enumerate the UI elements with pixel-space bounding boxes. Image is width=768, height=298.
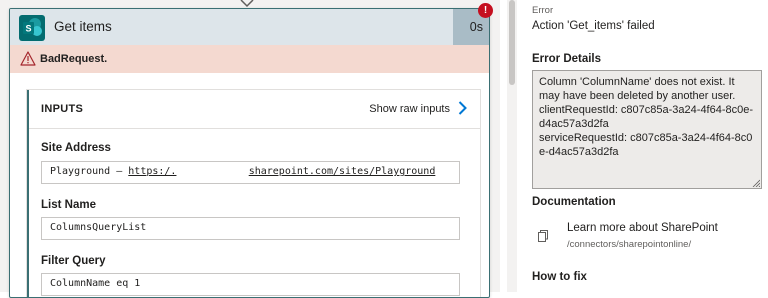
card-header[interactable]: S Get items 0s xyxy=(10,9,489,45)
resize-grip-icon[interactable] xyxy=(752,179,760,187)
error-banner: BadRequest. xyxy=(10,45,489,73)
error-caption: Error xyxy=(532,5,554,16)
client-request-id: clientRequestId: c807c85a-3a24-4f64-8c0e… xyxy=(539,104,754,130)
service-request-id: serviceRequestId: c807c85a-3a24-4f64-8c0… xyxy=(539,132,753,158)
chevron-right-icon[interactable] xyxy=(458,101,467,115)
action-failed-text: Action 'Get_items' failed xyxy=(532,20,655,32)
list-name-label: List Name xyxy=(41,199,96,211)
card-title: Get items xyxy=(54,19,112,34)
inputs-section: INPUTS Show raw inputs Site Address Play… xyxy=(27,90,480,297)
canvas-scrollbar[interactable] xyxy=(507,0,517,292)
duration-label: 0s xyxy=(469,20,483,34)
document-icon xyxy=(538,230,548,242)
designer-canvas: S Get items 0s BadRequest. INPUTS Show r… xyxy=(0,0,500,298)
filter-query-label: Filter Query xyxy=(41,255,106,267)
inputs-heading: INPUTS xyxy=(41,103,84,115)
error-label: BadRequest. xyxy=(40,53,108,65)
filter-query-value: ColumnName eq 1 xyxy=(50,278,141,289)
site-address-field: Playground – https:/. sharepoint.com/sit… xyxy=(41,161,460,184)
scrollbar-thumb[interactable] xyxy=(509,0,515,85)
site-address-label: Site Address xyxy=(41,142,111,154)
documentation-heading: Documentation xyxy=(532,196,616,208)
how-to-fix-heading: How to fix xyxy=(532,271,587,283)
site-address-prefix: Playground – xyxy=(50,166,129,177)
site-address-link-part[interactable]: https:/. xyxy=(128,166,176,177)
error-message: Column 'ColumnName' does not exist. It m… xyxy=(539,76,736,102)
error-details-panel: Error Action 'Get_items' failed Error De… xyxy=(518,0,768,292)
error-badge: ! xyxy=(478,3,493,18)
site-address-gap xyxy=(176,166,248,177)
list-name-value: ColumnsQueryList xyxy=(50,222,147,233)
error-details-heading: Error Details xyxy=(532,53,602,65)
show-raw-inputs-link[interactable]: Show raw inputs xyxy=(369,103,450,115)
documentation-path: /connectors/sharepointonline/ xyxy=(567,239,692,250)
warning-icon xyxy=(20,51,36,66)
site-address-value: Playground – https:/. sharepoint.com/sit… xyxy=(50,166,435,177)
divider xyxy=(29,128,480,129)
sharepoint-icon: S xyxy=(19,15,45,41)
error-details-textarea[interactable]: Column 'ColumnName' does not exist. It m… xyxy=(532,70,762,189)
connector-arrow-icon xyxy=(240,0,254,8)
documentation-link[interactable]: Learn more about SharePoint xyxy=(567,222,718,234)
svg-text:S: S xyxy=(25,24,31,34)
site-address-link[interactable]: sharepoint.com/sites/Playground xyxy=(249,166,436,177)
filter-query-field: ColumnName eq 1 xyxy=(41,273,460,296)
list-name-field: ColumnsQueryList xyxy=(41,217,460,240)
get-items-action-card[interactable]: S Get items 0s BadRequest. INPUTS Show r… xyxy=(9,8,490,298)
